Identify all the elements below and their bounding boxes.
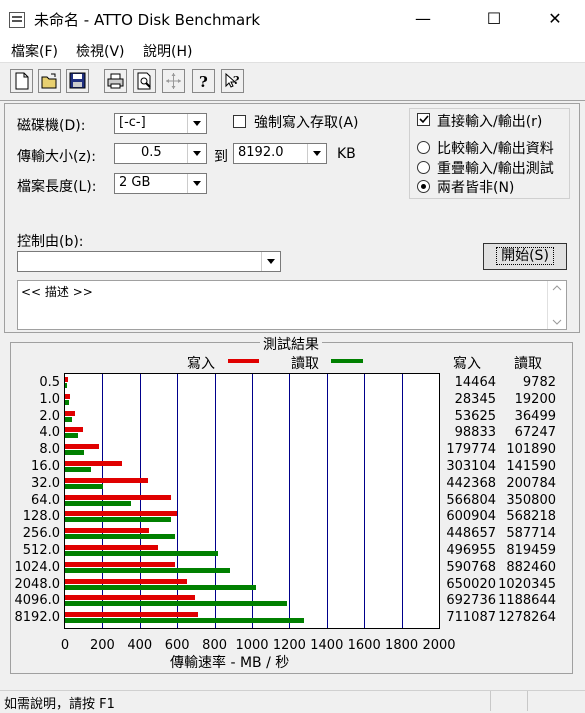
transfer-to-select[interactable]: 8192.0 — [233, 143, 327, 164]
file-length-value: 2 GB — [119, 175, 151, 190]
svg-text:?: ? — [233, 74, 239, 87]
to-label: 到 — [214, 149, 228, 165]
open-folder-icon[interactable] — [38, 69, 61, 93]
legend-read-swatch — [331, 359, 363, 363]
description-textarea[interactable]: << 描述 >> — [17, 280, 567, 330]
chevron-down-icon[interactable] — [187, 144, 206, 163]
unit-label: KB — [337, 146, 356, 162]
chevron-down-icon[interactable] — [261, 252, 280, 271]
context-help-icon[interactable]: ? — [221, 69, 244, 93]
results-chart — [64, 373, 440, 629]
force-write-label: 強制寫入存取(A) — [254, 115, 359, 131]
controlled-by-select[interactable] — [17, 251, 281, 272]
print-icon[interactable] — [104, 69, 127, 93]
radio-compare-label: 比較輸入/輸出資料 — [437, 141, 554, 157]
transfer-size-label: 傳輸大小(z): — [17, 149, 96, 165]
close-button[interactable]: ✕ — [532, 0, 578, 38]
help-icon[interactable]: ? — [192, 69, 215, 93]
radio-overlap-label: 重疊輸入/輸出測試 — [437, 161, 554, 177]
radio-compare[interactable] — [417, 141, 430, 154]
window-title: 未命名 - ATTO Disk Benchmark — [34, 11, 261, 29]
new-file-icon[interactable] — [10, 69, 33, 93]
read-column-header: 讀取 — [514, 356, 542, 372]
menu-help[interactable]: 說明(H) — [143, 41, 192, 61]
chevron-down-icon[interactable] — [187, 174, 206, 193]
maximize-button[interactable]: ☐ — [471, 0, 517, 38]
description-scrollbar[interactable] — [547, 281, 566, 329]
x-axis-label: 傳輸速率 - MB / 秒 — [170, 655, 290, 671]
legend-read-label: 讀取 — [291, 356, 319, 372]
write-column-header: 寫入 — [453, 356, 481, 372]
print-preview-icon[interactable] — [133, 69, 156, 93]
drive-select[interactable]: [-c-] — [114, 113, 207, 134]
svg-text:?: ? — [199, 73, 208, 90]
legend-write-label: 寫入 — [187, 356, 215, 372]
menu-file[interactable]: 檔案(F) — [11, 41, 58, 61]
radio-neither[interactable] — [417, 180, 430, 193]
chevron-down-icon[interactable] — [307, 144, 326, 163]
drive-value: [-c-] — [119, 115, 146, 130]
transfer-from-value: 0.5 — [141, 145, 162, 160]
app-icon — [9, 12, 25, 28]
file-length-label: 檔案長度(L): — [17, 179, 97, 195]
move-icon[interactable] — [162, 69, 185, 93]
drive-label: 磁碟機(D): — [17, 118, 86, 134]
menu-view[interactable]: 檢視(V) — [76, 41, 125, 61]
start-button[interactable]: 開始(S) — [483, 243, 567, 270]
file-length-select[interactable]: 2 GB — [114, 173, 207, 194]
force-write-checkbox[interactable] — [233, 115, 246, 128]
chevron-down-icon[interactable] — [187, 114, 206, 133]
controlled-by-label: 控制由(b): — [17, 234, 84, 250]
legend-write-swatch — [228, 359, 259, 363]
status-pane-2 — [527, 691, 528, 711]
status-text: 如需說明，請按 F1 — [4, 697, 115, 712]
save-icon[interactable] — [66, 69, 89, 93]
status-pane-1 — [490, 691, 491, 711]
minimize-button[interactable]: — — [400, 0, 446, 38]
transfer-to-value: 8192.0 — [238, 145, 284, 160]
description-text: << 描述 >> — [21, 285, 93, 299]
radio-neither-label: 兩者皆非(N) — [437, 180, 515, 196]
transfer-from-select[interactable]: 0.5 — [114, 143, 207, 164]
start-label: 開始(S) — [496, 247, 554, 265]
results-title: 測試結果 — [260, 334, 322, 354]
radio-overlap[interactable] — [417, 161, 430, 174]
